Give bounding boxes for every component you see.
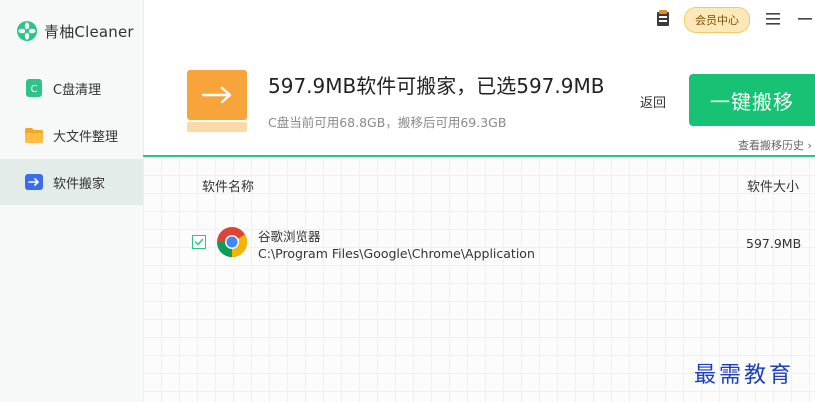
sidebar-item-software-move[interactable]: 软件搬家 <box>0 159 143 205</box>
app-brand: 青柚Cleaner <box>16 20 134 42</box>
move-folder-icon <box>187 70 247 132</box>
disk-space-info: C盘当前可用68.8GB，搬移后可用69.3GB <box>268 115 507 130</box>
svg-text:C: C <box>31 84 38 95</box>
move-summary-title: 597.9MB软件可搬家，已选597.9MB <box>268 74 605 98</box>
sidebar: 青柚Cleaner C C盘清理 大文件整理 软件搬家 <box>0 0 144 402</box>
view-move-history-link[interactable]: 查看搬移历史 › <box>738 137 812 153</box>
chrome-icon <box>217 227 248 258</box>
watermark: 最需教育 <box>694 363 795 388</box>
sidebar-item-c-drive-clean[interactable]: C C盘清理 <box>0 65 143 111</box>
menu-icon[interactable] <box>766 13 780 25</box>
app-name: 谷歌浏览器 <box>258 229 321 244</box>
app-install-path: C:\Program Files\Google\Chrome\Applicati… <box>258 246 535 261</box>
row-checkbox[interactable] <box>192 235 206 249</box>
app-size: 597.9MB <box>746 236 802 251</box>
back-button[interactable]: 返回 <box>640 92 666 111</box>
sidebar-item-label: 软件搬家 <box>53 176 106 192</box>
app-logo-icon <box>17 21 37 41</box>
software-move-icon <box>24 171 44 193</box>
folder-icon <box>24 124 44 146</box>
sidebar-item-label: C盘清理 <box>53 82 102 98</box>
column-header-size: 软件大小 <box>747 180 800 195</box>
minimize-icon[interactable] <box>798 18 812 20</box>
sidebar-item-large-files[interactable]: 大文件整理 <box>0 112 143 158</box>
c-drive-icon: C <box>24 77 44 99</box>
skin-icon[interactable] <box>656 9 670 27</box>
vip-center-button[interactable]: 会员中心 <box>684 7 750 33</box>
one-click-move-button[interactable]: 一键搬移 <box>689 74 815 126</box>
sidebar-item-label: 大文件整理 <box>53 129 119 145</box>
column-header-name: 软件名称 <box>202 180 255 195</box>
app-name: 青柚Cleaner <box>44 22 134 41</box>
check-icon <box>194 238 204 246</box>
